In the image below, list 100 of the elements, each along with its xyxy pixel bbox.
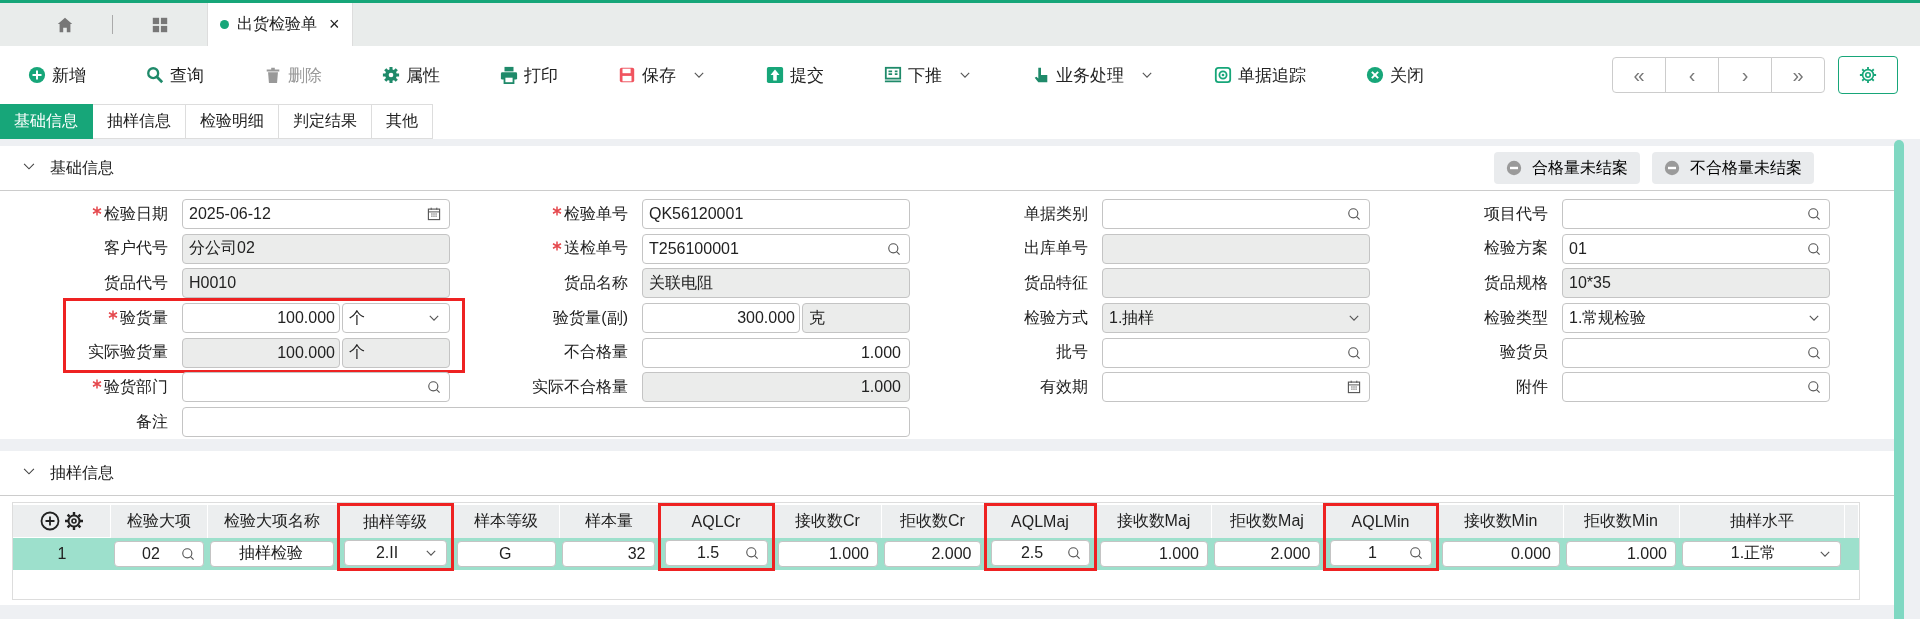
- toolbar-button[interactable]: 关闭: [1362, 63, 1454, 87]
- search-icon: [1807, 345, 1821, 360]
- table-row[interactable]: 1 02 抽样检验 2.II G 32 1.5 1.000 2.000 2.5 1.000 2.000 1 0.000 1.000 1.正常: [13, 538, 1859, 570]
- required-icon: [108, 310, 118, 321]
- search-icon: [1807, 241, 1821, 256]
- number-field[interactable]: 1.000: [1566, 540, 1676, 567]
- select-field[interactable]: 1.正常: [1682, 540, 1841, 567]
- home-icon: [56, 15, 74, 34]
- upload-icon: [766, 66, 784, 84]
- column-header[interactable]: 接收数Cr: [773, 504, 881, 538]
- column-header[interactable]: 样本等级: [452, 504, 559, 538]
- hand-pointer-icon: [1032, 66, 1050, 84]
- lookup-field[interactable]: [1102, 199, 1370, 229]
- lookup-field[interactable]: 1: [1329, 539, 1432, 566]
- lookup-field[interactable]: [1562, 199, 1830, 229]
- field-label: 检验单号: [564, 203, 628, 224]
- row-number: 1: [13, 538, 111, 570]
- tab[interactable]: 抽样信息: [93, 104, 186, 139]
- select-field[interactable]: 2.II: [343, 539, 447, 566]
- field-label: 附件: [1516, 376, 1548, 397]
- field-label: 检验日期: [104, 203, 168, 224]
- lookup-field[interactable]: T256100001: [642, 233, 910, 264]
- field-label: 检验方式: [1024, 307, 1088, 328]
- status-button[interactable]: 合格量未结案: [1494, 152, 1640, 184]
- status-button[interactable]: 不合格量未结案: [1652, 152, 1814, 184]
- search-icon: [744, 545, 759, 560]
- toolbar-button[interactable]: 下推: [880, 63, 1002, 87]
- number-field[interactable]: 1.000: [777, 540, 878, 567]
- toolbar-button[interactable]: 打印: [496, 63, 588, 87]
- field-label: 批号: [1056, 342, 1088, 363]
- field-label: 备注: [136, 411, 168, 432]
- settings-icon: [382, 66, 400, 84]
- field-label: 客户代号: [104, 238, 168, 259]
- date-field[interactable]: [1102, 372, 1370, 403]
- field-label: 单据类别: [1024, 203, 1088, 224]
- number-field[interactable]: 0.000: [1441, 540, 1560, 567]
- lookup-field[interactable]: 01: [1562, 233, 1830, 264]
- scrollbar[interactable]: [1894, 140, 1904, 619]
- number-field[interactable]: 2.000: [884, 540, 981, 567]
- lookup-field[interactable]: 2.5: [990, 539, 1090, 566]
- toolbar-button[interactable]: 查询: [142, 63, 234, 87]
- text-field[interactable]: G: [456, 540, 556, 567]
- column-header[interactable]: AQLCr: [659, 504, 773, 538]
- number-field[interactable]: 2.000: [1214, 540, 1320, 567]
- field-label: 货品名称: [564, 272, 628, 293]
- crosshair-icon: [1214, 66, 1232, 84]
- lookup-field[interactable]: 02: [114, 540, 204, 567]
- settings-icon[interactable]: [63, 510, 84, 531]
- field-label: 送检单号: [564, 238, 628, 259]
- tab[interactable]: 检验明细: [186, 104, 279, 139]
- column-header[interactable]: 检验大项名称: [207, 504, 338, 538]
- column-header[interactable]: 拒收数Cr: [881, 504, 985, 538]
- toolbar-button[interactable]: 提交: [762, 63, 854, 87]
- document-tab[interactable]: 出货检验单 ×: [207, 3, 353, 46]
- toolbar-button[interactable]: 保存: [614, 63, 736, 87]
- lookup-field[interactable]: [182, 372, 450, 403]
- pager-button[interactable]: ›: [1718, 57, 1772, 93]
- settings-button[interactable]: [1838, 56, 1898, 94]
- column-header[interactable]: 样本量: [559, 504, 659, 538]
- toolbar-button[interactable]: 业务处理: [1028, 63, 1184, 87]
- column-header[interactable]: 拒收数Maj: [1211, 504, 1324, 538]
- lookup-field[interactable]: 1.5: [664, 539, 768, 566]
- text-field[interactable]: [182, 407, 910, 438]
- column-header[interactable]: 接收数Min: [1437, 504, 1563, 538]
- search-icon: [181, 546, 195, 561]
- number-field[interactable]: 1.000: [1099, 540, 1208, 567]
- search-icon: [1807, 207, 1821, 221]
- column-header[interactable]: 接收数Maj: [1095, 504, 1211, 538]
- pager-button[interactable]: ‹: [1665, 57, 1719, 93]
- toolbar-button[interactable]: 单据追踪: [1210, 63, 1336, 87]
- number-field[interactable]: 300.000: [642, 303, 800, 334]
- required-icon: [92, 379, 102, 390]
- column-header[interactable]: 抽样等级: [338, 504, 452, 538]
- select-field[interactable]: 1.常规检验: [1562, 303, 1830, 334]
- tab[interactable]: 判定结果: [279, 104, 372, 139]
- plus-circle-icon: [28, 66, 46, 84]
- close-icon: [1366, 66, 1384, 84]
- date-field[interactable]: 2025-06-12: [182, 199, 450, 229]
- number-field[interactable]: 1.000: [642, 337, 910, 368]
- tab[interactable]: 其他: [372, 104, 433, 139]
- minus-circle-icon: [1664, 160, 1680, 176]
- text-field[interactable]: 抽样检验: [210, 540, 334, 567]
- column-header[interactable]: AQLMin: [1324, 504, 1437, 538]
- lookup-field[interactable]: [1102, 337, 1370, 368]
- plus-circle-icon[interactable]: [39, 510, 60, 531]
- column-header[interactable]: 检验大项: [111, 504, 207, 538]
- column-header[interactable]: 抽样水平: [1679, 504, 1844, 538]
- column-header[interactable]: AQLMaj: [985, 504, 1095, 538]
- toolbar-button[interactable]: 属性: [378, 63, 470, 87]
- close-button[interactable]: ×: [329, 14, 340, 35]
- toolbar-button[interactable]: 新增: [24, 63, 116, 87]
- lookup-field[interactable]: [1562, 337, 1830, 368]
- pager-button[interactable]: »: [1771, 57, 1825, 93]
- pager-button[interactable]: «: [1612, 57, 1666, 93]
- number-field[interactable]: 32: [562, 540, 655, 567]
- text-field[interactable]: QK56120001: [642, 199, 910, 229]
- document-icon: [884, 66, 902, 84]
- column-header[interactable]: 拒收数Min: [1563, 504, 1679, 538]
- lookup-field[interactable]: [1562, 372, 1830, 403]
- search-icon: [427, 380, 441, 395]
